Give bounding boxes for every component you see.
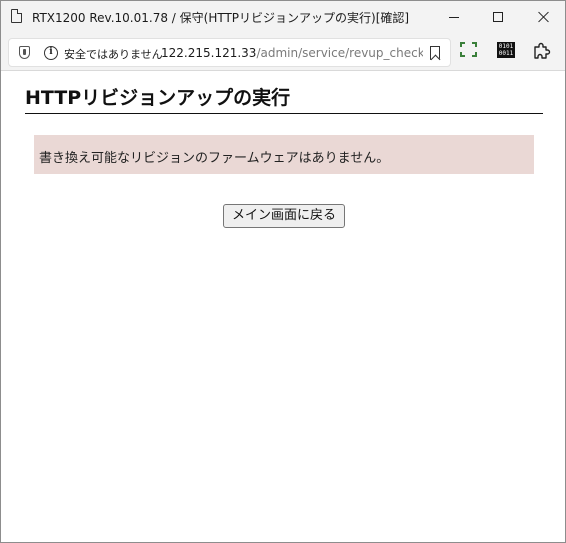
url-path: /admin/service/revup_check.... (256, 46, 423, 60)
info-icon[interactable]: i (44, 46, 58, 60)
url-text[interactable]: 122.215.121.33/admin/service/revup_check… (161, 46, 423, 60)
page-title: HTTPリビジョンアップの実行 (25, 83, 543, 114)
maximize-icon (493, 12, 503, 22)
binary-extension-icon[interactable]: 0101 0011 (497, 42, 515, 58)
page-content: HTTPリビジョンアップの実行 書き換え可能なリビジョンのファームウェアはありま… (1, 72, 565, 542)
url-field[interactable]: i 安全ではありません 122.215.121.33/admin/service… (8, 38, 451, 67)
minimize-button[interactable] (431, 1, 477, 33)
address-bar: i 安全ではありません 122.215.121.33/admin/service… (1, 33, 565, 71)
security-status[interactable]: 安全ではありません (64, 46, 163, 62)
bookmark-icon[interactable] (430, 46, 440, 60)
status-message: 書き換え可能なリビジョンのファームウェアはありません。 (39, 151, 390, 166)
minimize-icon (449, 16, 459, 18)
back-to-main-button[interactable]: メイン画面に戻る (223, 204, 345, 228)
status-message-box: 書き換え可能なリビジョンのファームウェアはありません。 (34, 135, 534, 174)
maximize-button[interactable] (475, 1, 521, 33)
page-icon (11, 9, 22, 23)
url-host: 122.215.121.33 (161, 46, 257, 60)
extensions-puzzle-icon[interactable] (532, 41, 552, 61)
close-button[interactable] (521, 1, 566, 33)
screenshot-icon[interactable] (460, 42, 477, 57)
tracking-shield-icon[interactable] (19, 46, 30, 59)
title-bar: RTX1200 Rev.10.01.78 / 保守(HTTPリビジョンアップの実… (1, 1, 565, 33)
window-title: RTX1200 Rev.10.01.78 / 保守(HTTPリビジョンアップの実… (32, 11, 410, 25)
close-icon (538, 11, 550, 23)
browser-window: RTX1200 Rev.10.01.78 / 保守(HTTPリビジョンアップの実… (0, 0, 566, 543)
